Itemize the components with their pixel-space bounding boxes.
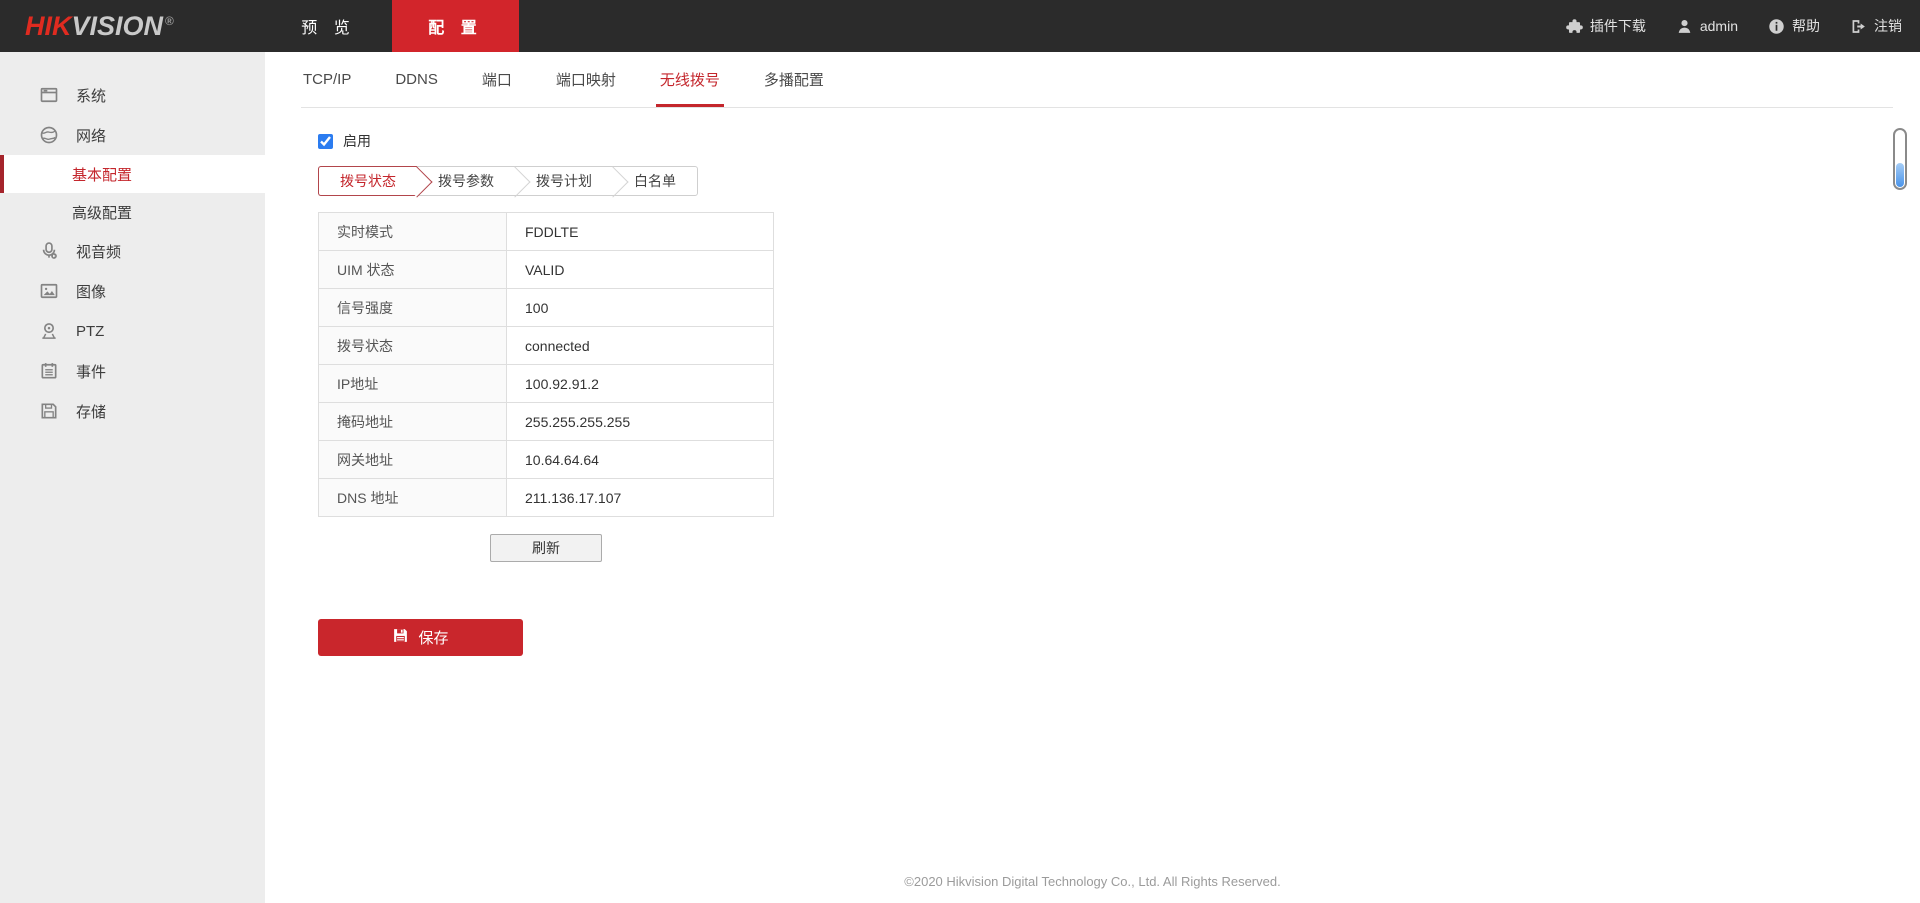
logout-label: 注销	[1874, 16, 1902, 36]
sidebar-item-system[interactable]: 系统	[0, 75, 265, 115]
audio-video-icon	[38, 240, 60, 262]
sidebar-item-advanced-config[interactable]: 高级配置	[0, 193, 265, 231]
dial-status-table: 实时模式 FDDLTE UIM 状态 VALID 信号强度 100 拨号状态	[318, 212, 774, 517]
plugin-download-label: 插件下载	[1590, 16, 1646, 36]
logout-icon	[1850, 18, 1867, 35]
row-value: VALID	[507, 251, 774, 289]
copyright-footer: ©2020 Hikvision Digital Technology Co., …	[265, 874, 1920, 889]
table-row: 拨号状态 connected	[319, 327, 774, 365]
content-area: TCP/IP DDNS 端口 端口映射 无线拨号 多播配置 启用 拨号状态 拨号…	[265, 52, 1920, 903]
sidebar-item-basic-config[interactable]: 基本配置	[0, 155, 265, 193]
row-value: 255.255.255.255	[507, 403, 774, 441]
enable-row: 启用	[318, 131, 1920, 151]
row-label: 拨号状态	[319, 327, 507, 365]
main-layout: 系统 网络 基本配置 高级配置 视音频	[0, 52, 1920, 903]
subtab-whitelist[interactable]: 白名单	[613, 167, 697, 195]
table-row: 网关地址 10.64.64.64	[319, 441, 774, 479]
row-value: 100	[507, 289, 774, 327]
nav-tab-preview[interactable]: 预 览	[265, 0, 392, 52]
sidebar-item-label: 图像	[76, 281, 106, 302]
tab-port-mapping[interactable]: 端口映射	[554, 52, 618, 107]
network-icon	[38, 124, 60, 146]
plugin-download-button[interactable]: 插件下载	[1566, 16, 1646, 36]
event-icon	[38, 360, 60, 382]
table-row: DNS 地址 211.136.17.107	[319, 479, 774, 517]
storage-icon	[38, 400, 60, 422]
scrollbar-indicator[interactable]	[1893, 128, 1907, 190]
row-label: 实时模式	[319, 213, 507, 251]
topbar-right: 插件下载 admin 帮助 注销	[1566, 16, 1920, 36]
sidebar-item-label: 网络	[76, 125, 106, 146]
sidebar-item-label: 事件	[76, 361, 106, 382]
sidebar-item-label: 高级配置	[72, 202, 132, 223]
row-value: 10.64.64.64	[507, 441, 774, 479]
enable-label: 启用	[343, 131, 371, 151]
nav-tab-configuration[interactable]: 配 置	[392, 0, 519, 52]
row-label: 网关地址	[319, 441, 507, 479]
row-label: 信号强度	[319, 289, 507, 327]
image-icon	[38, 280, 60, 302]
table-row: IP地址 100.92.91.2	[319, 365, 774, 403]
sidebar-item-label: 系统	[76, 85, 106, 106]
row-label: UIM 状态	[319, 251, 507, 289]
refresh-row: 刷新	[318, 534, 774, 562]
subtab-dial-parameters[interactable]: 拨号参数	[417, 167, 515, 195]
wireless-dial-panel: 启用 拨号状态 拨号参数 拨号计划 白名单 实时模式 FDDLTE	[301, 131, 1920, 656]
top-nav: 预 览 配 置	[265, 0, 519, 52]
tab-multicast-config[interactable]: 多播配置	[762, 52, 826, 107]
sidebar-item-label: PTZ	[76, 323, 104, 340]
logo-registered-mark: ®	[165, 14, 174, 28]
table-row: UIM 状态 VALID	[319, 251, 774, 289]
sidebar-item-label: 存储	[76, 401, 106, 422]
tab-tcpip[interactable]: TCP/IP	[301, 52, 353, 107]
row-value: 100.92.91.2	[507, 365, 774, 403]
subtab-dial-plan[interactable]: 拨号计划	[515, 167, 613, 195]
logout-button[interactable]: 注销	[1850, 16, 1902, 36]
top-bar: HIKVISION® 预 览 配 置 插件下载 admin	[0, 0, 1920, 52]
plugin-download-icon	[1566, 18, 1583, 35]
table-row: 实时模式 FDDLTE	[319, 213, 774, 251]
help-button[interactable]: 帮助	[1768, 16, 1820, 36]
user-name-label: admin	[1700, 18, 1738, 34]
hikvision-logo: HIKVISION®	[25, 11, 265, 42]
user-account-button[interactable]: admin	[1676, 18, 1738, 35]
table-row: 信号强度 100	[319, 289, 774, 327]
sidebar-item-ptz[interactable]: PTZ	[0, 311, 265, 351]
sidebar-item-network[interactable]: 网络	[0, 115, 265, 155]
page: HIKVISION® 预 览 配 置 插件下载 admin	[0, 0, 1920, 903]
user-icon	[1676, 18, 1693, 35]
sidebar-item-label: 基本配置	[72, 164, 132, 185]
subtab-dial-status[interactable]: 拨号状态	[318, 166, 417, 196]
sidebar: 系统 网络 基本配置 高级配置 视音频	[0, 52, 265, 903]
sidebar-item-audio-video[interactable]: 视音频	[0, 231, 265, 271]
row-value: connected	[507, 327, 774, 365]
help-icon	[1768, 18, 1785, 35]
logo-vision: VISION	[72, 11, 164, 41]
row-value: 211.136.17.107	[507, 479, 774, 517]
save-button[interactable]: 保存	[318, 619, 523, 656]
sidebar-item-image[interactable]: 图像	[0, 271, 265, 311]
tab-port[interactable]: 端口	[480, 52, 514, 107]
refresh-button[interactable]: 刷新	[490, 534, 602, 562]
logo-hik: HIK	[25, 11, 72, 41]
row-label: IP地址	[319, 365, 507, 403]
row-label: 掩码地址	[319, 403, 507, 441]
row-value: FDDLTE	[507, 213, 774, 251]
save-icon	[392, 627, 409, 648]
sidebar-item-storage[interactable]: 存储	[0, 391, 265, 431]
save-label: 保存	[418, 627, 448, 648]
network-tabs: TCP/IP DDNS 端口 端口映射 无线拨号 多播配置	[301, 52, 1893, 108]
ptz-icon	[38, 320, 60, 342]
sidebar-item-label: 视音频	[76, 241, 121, 262]
tab-ddns[interactable]: DDNS	[393, 52, 440, 107]
tab-wireless-dial[interactable]: 无线拨号	[658, 52, 722, 107]
enable-checkbox[interactable]	[318, 134, 333, 149]
sidebar-item-event[interactable]: 事件	[0, 351, 265, 391]
system-icon	[38, 84, 60, 106]
row-label: DNS 地址	[319, 479, 507, 517]
table-row: 掩码地址 255.255.255.255	[319, 403, 774, 441]
help-label: 帮助	[1792, 16, 1820, 36]
dial-subtabs: 拨号状态 拨号参数 拨号计划 白名单	[318, 166, 698, 196]
scrollbar-fill	[1896, 163, 1904, 187]
